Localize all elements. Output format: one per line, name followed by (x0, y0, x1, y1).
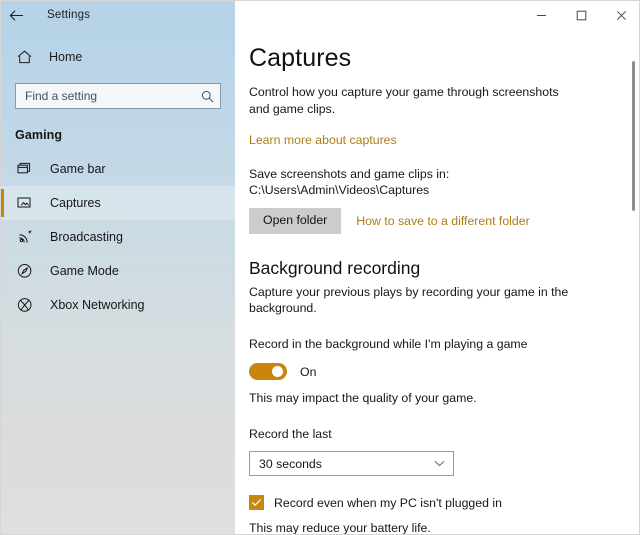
background-recording-heading: Background recording (249, 258, 421, 278)
title-bar-left: Settings (1, 1, 235, 29)
content-scrollbar[interactable] (627, 29, 639, 534)
toggle-state-label: On (300, 364, 317, 379)
record-last-value: 30 seconds (259, 456, 322, 471)
sidebar: Home Gaming Game (1, 29, 235, 534)
toggle-knob (272, 366, 283, 377)
learn-more-link[interactable]: Learn more about captures (249, 133, 397, 147)
record-background-label: Record in the background while I'm playi… (249, 337, 528, 351)
broadcasting-icon (15, 227, 35, 247)
save-location-text: Save screenshots and game clips in: C:\U… (249, 167, 450, 197)
search-input[interactable] (16, 84, 194, 108)
sidebar-group-title: Gaming (15, 128, 63, 142)
main-content: Captures Control how you capture your ga… (235, 29, 639, 535)
sidebar-item-label: Captures (50, 196, 101, 210)
close-icon[interactable] (601, 1, 639, 29)
record-last-label: Record the last (249, 427, 332, 441)
sidebar-item-home[interactable]: Home (1, 39, 235, 75)
folder-actions: Open folder How to save to a different f… (249, 208, 619, 234)
window-title: Settings (47, 9, 91, 21)
record-background-hint: This may impact the quality of your game… (249, 391, 477, 405)
minimize-icon[interactable] (521, 1, 561, 29)
back-arrow-icon[interactable] (1, 1, 31, 29)
chevron-down-icon (434, 452, 445, 475)
record-unplugged-checkbox[interactable] (249, 495, 264, 510)
record-unplugged-label: Record even when my PC isn't plugged in (274, 495, 502, 510)
maximize-icon[interactable] (561, 1, 601, 29)
page-title: Captures (249, 44, 352, 72)
home-icon (14, 47, 34, 67)
sidebar-item-xbox-networking[interactable]: Xbox Networking (1, 288, 235, 322)
game-mode-icon (15, 261, 35, 281)
sidebar-item-broadcasting[interactable]: Broadcasting (1, 220, 235, 254)
sidebar-item-label: Game Mode (50, 264, 119, 278)
record-unplugged-row[interactable]: Record even when my PC isn't plugged in (249, 495, 619, 510)
title-bar: Settings (1, 1, 639, 29)
game-bar-icon (15, 159, 35, 179)
search-icon[interactable] (194, 84, 220, 108)
different-folder-link[interactable]: How to save to a different folder (356, 214, 529, 228)
search-box[interactable] (15, 83, 221, 109)
sidebar-item-label: Broadcasting (50, 230, 123, 244)
captures-icon (15, 193, 35, 213)
sidebar-nav: Game bar Captures Broadcasting Game Mode… (1, 152, 235, 322)
xbox-icon (15, 295, 35, 315)
settings-window: Settings Home Find a setting Gaming Game… (0, 0, 640, 535)
sidebar-home-label: Home (49, 50, 83, 64)
window-controls (235, 1, 639, 29)
scrollbar-thumb[interactable] (632, 61, 635, 211)
sidebar-item-captures[interactable]: Captures (1, 186, 235, 220)
background-recording-subtext: Capture your previous plays by recording… (249, 285, 569, 315)
record-background-toggle-row: On (249, 363, 619, 380)
sidebar-item-game-mode[interactable]: Game Mode (1, 254, 235, 288)
open-folder-button[interactable]: Open folder (249, 208, 342, 234)
sidebar-item-label: Game bar (50, 162, 106, 176)
sidebar-item-game-bar[interactable]: Game bar (1, 152, 235, 186)
record-unplugged-hint: This may reduce your battery life. (249, 521, 431, 535)
record-last-select[interactable]: 30 seconds (249, 451, 454, 476)
page-description: Control how you capture your game throug… (249, 85, 559, 116)
record-background-toggle[interactable] (249, 363, 287, 380)
sidebar-item-label: Xbox Networking (50, 298, 145, 312)
